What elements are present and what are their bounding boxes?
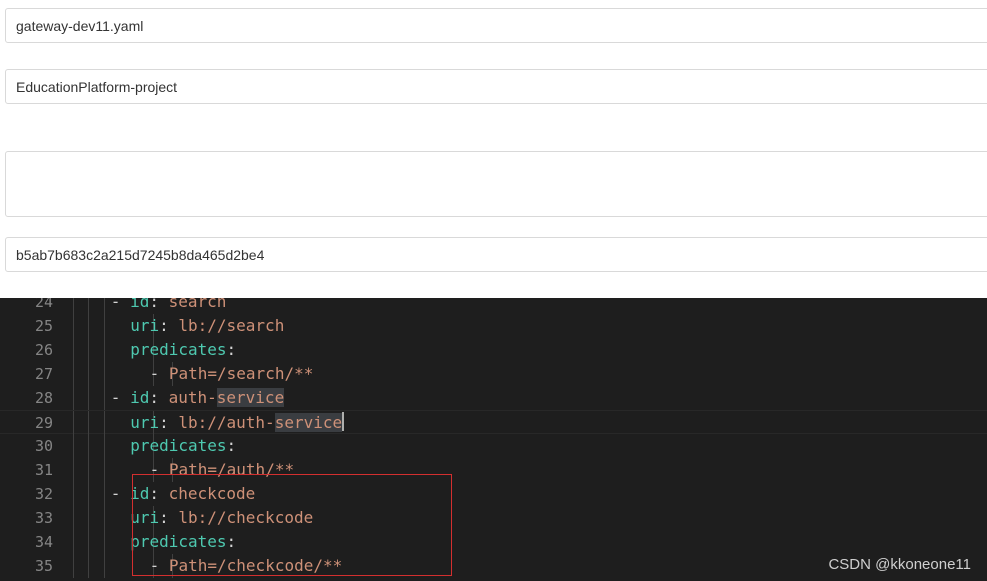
line-number: 33 (34, 509, 53, 527)
code-token: lb://search (178, 316, 285, 335)
indent-guide (88, 434, 89, 458)
data-id-input[interactable]: gateway-dev11.yaml (5, 8, 987, 43)
code-token: : (159, 413, 179, 432)
indent-guide (104, 482, 105, 506)
code-token: auth- (168, 388, 217, 407)
code-line[interactable]: 26 predicates: (0, 338, 987, 362)
code-token: uri (130, 316, 160, 335)
code-token: id (130, 298, 150, 311)
indent-guide (73, 314, 74, 338)
indent-guide (73, 298, 74, 314)
text-cursor (342, 412, 345, 431)
indent-guide (73, 554, 74, 578)
line-number: 28 (34, 389, 53, 407)
code-token: lb://auth- (178, 413, 275, 432)
code-token: id (130, 388, 150, 407)
code-text: - Path=/search/** (150, 362, 314, 386)
code-token: predicates (130, 340, 227, 359)
indent-guide (88, 411, 89, 435)
code-line[interactable]: 27 - Path=/search/** (0, 362, 987, 386)
group-value: EducationPlatform-project (16, 78, 178, 95)
code-token: : (226, 340, 237, 359)
line-number: 24 (34, 298, 53, 311)
code-token: service (274, 413, 343, 432)
indent-guide (88, 338, 89, 362)
code-token: : (159, 316, 179, 335)
indent-guide (88, 314, 89, 338)
indent-guide (88, 530, 89, 554)
line-number: 30 (34, 437, 53, 455)
code-token: : (149, 388, 169, 407)
indent-guide (104, 411, 105, 435)
code-line[interactable]: 28 - id: auth-service (0, 386, 987, 410)
code-token: search (168, 298, 227, 311)
indent-guide (73, 482, 74, 506)
yaml-code-editor[interactable]: 24 - id: search 25 uri: lb://search 26 predic… (0, 298, 987, 581)
indent-guide (104, 506, 105, 530)
code-line[interactable]: 30 predicates: (0, 434, 987, 458)
md5-value: b5ab7b683c2a215d7245b8da465d2be4 (16, 246, 265, 263)
code-line[interactable]: 25 uri: lb://search (0, 314, 987, 338)
line-number: 29 (34, 414, 53, 432)
indent-guide (104, 530, 105, 554)
code-token: - (110, 298, 131, 311)
indent-guide (73, 362, 74, 386)
indent-guide (88, 386, 89, 410)
description-textarea[interactable] (5, 151, 987, 217)
group-input[interactable]: EducationPlatform-project (5, 69, 987, 104)
indent-guide (73, 386, 74, 410)
line-number: 26 (34, 341, 53, 359)
line-number: 27 (34, 365, 53, 383)
indent-guide (104, 338, 105, 362)
indent-guide (88, 362, 89, 386)
code-token: - (110, 388, 131, 407)
line-number: 31 (34, 461, 53, 479)
code-token: - (110, 484, 131, 503)
line-number: 35 (34, 557, 53, 575)
code-text: predicates: (130, 338, 236, 362)
code-token: predicates (130, 436, 227, 455)
code-text: - id: search (111, 298, 227, 314)
indent-guide (88, 482, 89, 506)
code-token: - (149, 364, 169, 383)
indent-guide (104, 298, 105, 314)
indent-guide (73, 530, 74, 554)
line-number: 32 (34, 485, 53, 503)
indent-guide (104, 386, 105, 410)
indent-guide (73, 411, 74, 435)
line-number: 25 (34, 317, 53, 335)
code-line[interactable]: 24 - id: search (0, 298, 987, 314)
indent-guide (104, 362, 105, 386)
code-text: uri: lb://search (130, 314, 284, 338)
indent-guide (88, 506, 89, 530)
highlight-annotation-box (132, 474, 452, 576)
indent-guide (73, 506, 74, 530)
code-token: service (216, 388, 285, 407)
indent-guide (88, 458, 89, 482)
code-text: predicates: (130, 434, 236, 458)
code-text: uri: lb://auth-service (130, 411, 345, 435)
indent-guide (104, 458, 105, 482)
indent-guide (104, 554, 105, 578)
code-token: : (226, 436, 237, 455)
data-id-value: gateway-dev11.yaml (16, 17, 144, 34)
code-token: Path=/search/** (168, 364, 314, 383)
indent-guide (104, 314, 105, 338)
md5-input[interactable]: b5ab7b683c2a215d7245b8da465d2be4 (5, 237, 987, 272)
code-token: uri (130, 413, 160, 432)
code-line[interactable]: 29 uri: lb://auth-service (0, 410, 987, 435)
indent-guide (73, 338, 74, 362)
code-token: : (149, 298, 169, 311)
indent-guide (104, 434, 105, 458)
indent-guide (88, 298, 89, 314)
line-number: 34 (34, 533, 53, 551)
indent-guide (73, 458, 74, 482)
code-text: - id: auth-service (110, 386, 285, 410)
indent-guide (73, 434, 74, 458)
watermark: CSDN @kkoneone11 (828, 556, 971, 573)
indent-guide (88, 554, 89, 578)
